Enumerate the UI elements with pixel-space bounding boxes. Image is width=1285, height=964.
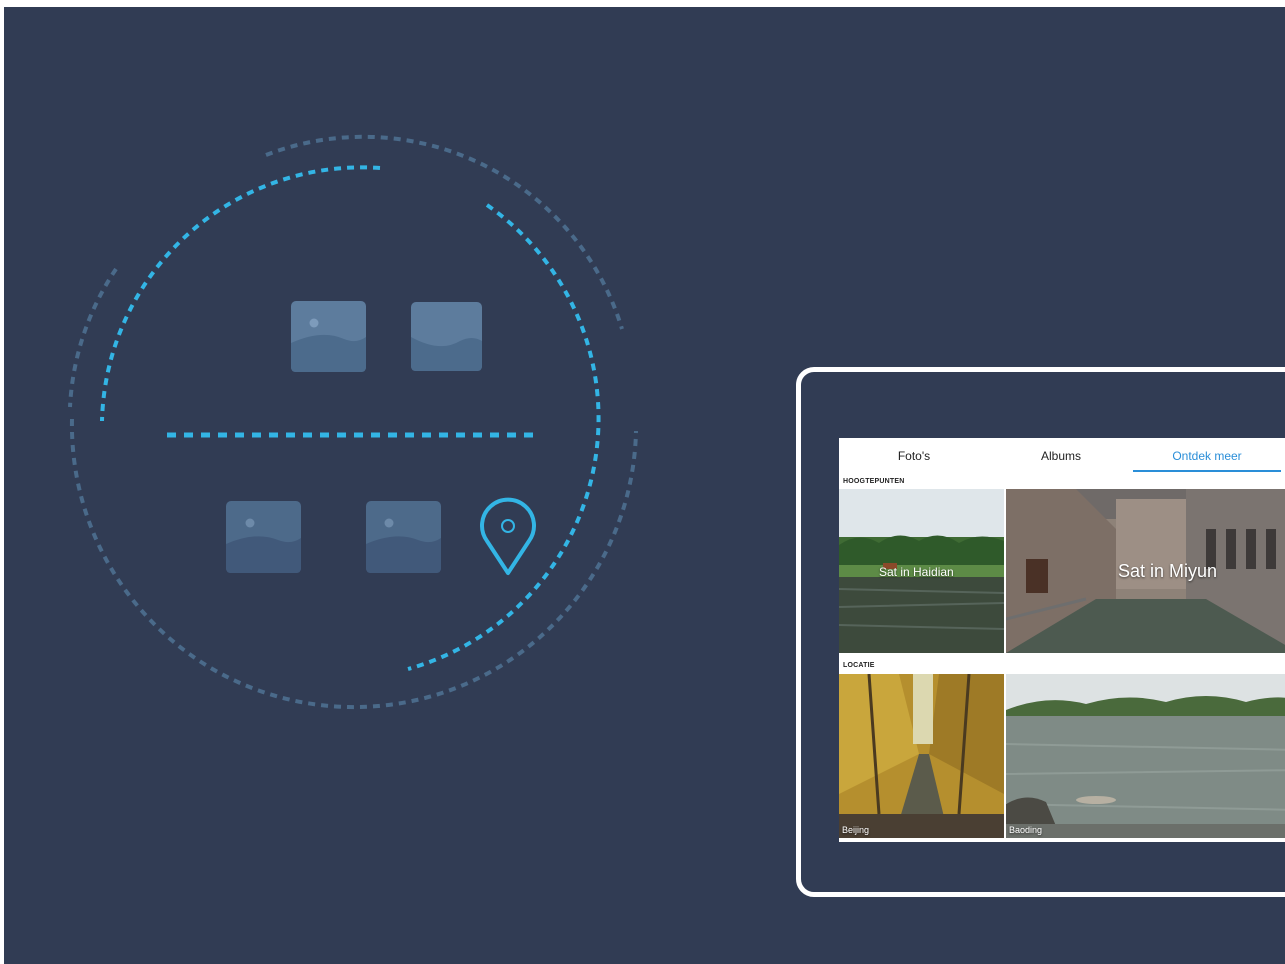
tab-albums-label: Albums bbox=[1040, 449, 1081, 463]
photo-lake-baoding bbox=[1006, 674, 1285, 838]
inner-ring-arc-right bbox=[407, 203, 601, 671]
image-icon bbox=[411, 302, 482, 371]
location-tile-baoding[interactable]: Baoding bbox=[1006, 674, 1285, 838]
inner-ring-arc-topleft bbox=[100, 165, 381, 422]
highlight-tile-haidian[interactable]: Sat in Haidian bbox=[839, 489, 1004, 653]
location-caption-beijing: Beijing bbox=[842, 825, 870, 835]
image-icon bbox=[291, 301, 366, 372]
section-title-highlights: HOOGTEPUNTEN bbox=[843, 478, 905, 485]
outer-ring-arc-bottom bbox=[69, 418, 638, 709]
tab-discover-label: Ontdek meer bbox=[1172, 449, 1242, 463]
image-icon bbox=[366, 501, 441, 573]
gallery-discovery-illustration bbox=[68, 134, 638, 709]
outer-ring-arc-top bbox=[265, 134, 624, 330]
gallery-screen: Foto's Albums Ontdek meer HOOGTEPUNTEN S… bbox=[839, 438, 1285, 842]
highlight-tile-miyun[interactable]: Sat in Miyun bbox=[1006, 489, 1285, 653]
tab-active-indicator bbox=[1133, 470, 1281, 472]
tablet-frame: Foto's Albums Ontdek meer HOOGTEPUNTEN S… bbox=[796, 367, 1285, 897]
tab-discover[interactable]: Ontdek meer bbox=[1133, 438, 1281, 474]
tab-photos-label: Foto's bbox=[897, 449, 931, 463]
image-icon bbox=[226, 501, 301, 573]
outer-ring-arc-left bbox=[68, 267, 118, 408]
gallery-tab-bar: Foto's Albums Ontdek meer bbox=[839, 438, 1285, 474]
location-tile-beijing[interactable]: Beijing bbox=[839, 674, 1004, 838]
tab-photos[interactable]: Foto's bbox=[839, 438, 989, 474]
location-caption-baoding: Baoding bbox=[1009, 825, 1043, 835]
canvas: Foto's Albums Ontdek meer HOOGTEPUNTEN S… bbox=[4, 7, 1285, 964]
section-title-location: LOCATIE bbox=[843, 662, 875, 669]
photo-trees-beijing bbox=[839, 674, 1004, 838]
highlight-caption-miyun: Sat in Miyun bbox=[1118, 561, 1218, 581]
location-pin-icon bbox=[480, 497, 536, 575]
highlight-caption-haidian: Sat in Haidian bbox=[879, 565, 954, 579]
tab-albums[interactable]: Albums bbox=[989, 438, 1133, 474]
